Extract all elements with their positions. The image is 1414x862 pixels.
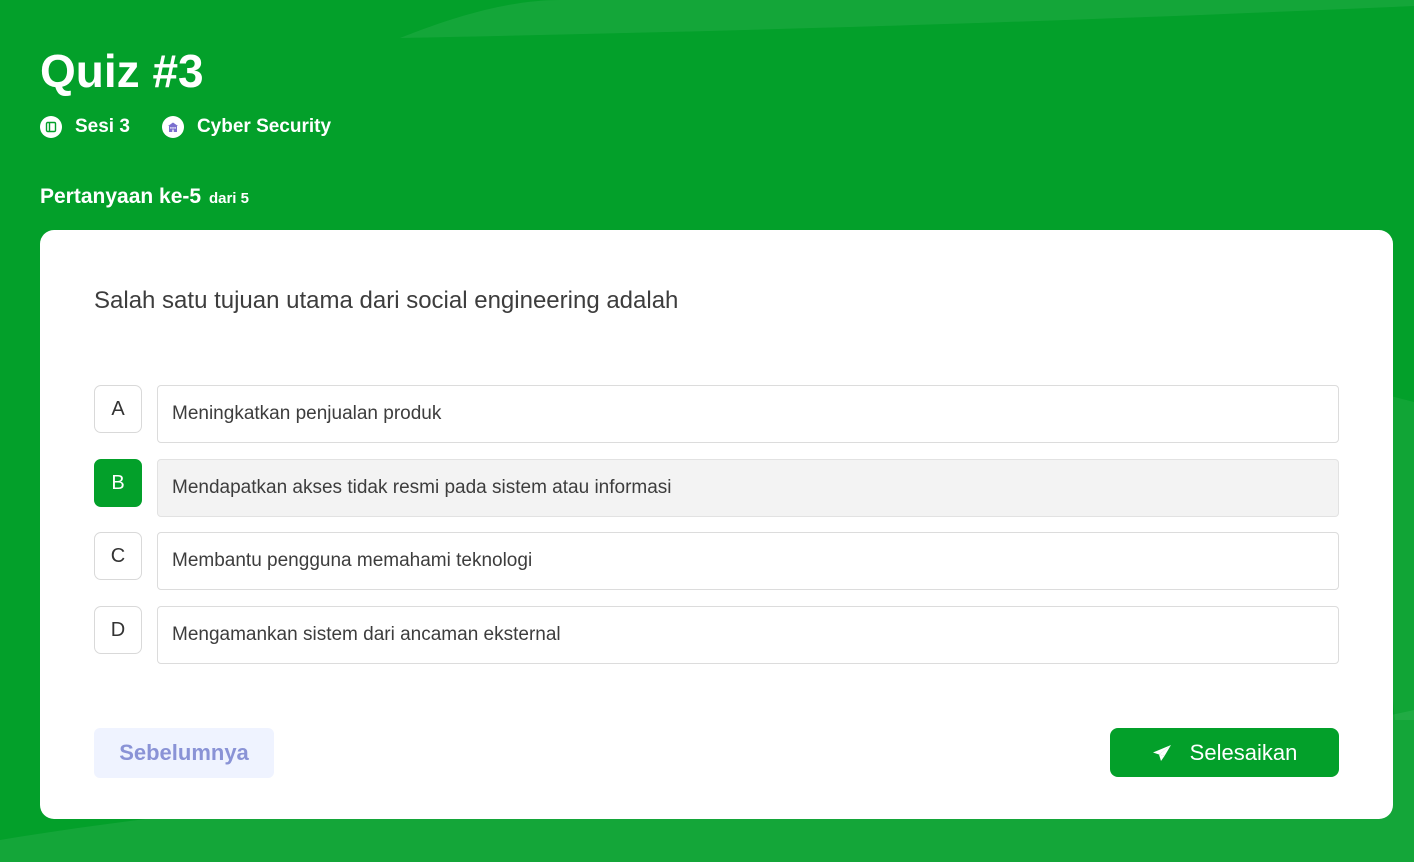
question-card: Salah satu tujuan utama dari social engi… [40, 230, 1393, 819]
option-a[interactable]: A Meningkatkan penjualan produk [94, 385, 1339, 443]
option-letter-c[interactable]: C [94, 532, 142, 580]
question-progress: Pertanyaan ke-5 dari 5 [40, 185, 249, 209]
quiz-meta: Sesi 3 Cyber Security [40, 116, 363, 138]
option-d[interactable]: D Mengamankan sistem dari ancaman ekster… [94, 606, 1339, 664]
quiz-title: Quiz #3 [40, 45, 204, 97]
session-info: Sesi 3 [40, 116, 130, 138]
option-answer-a[interactable]: Meningkatkan penjualan produk [157, 385, 1339, 443]
option-answer-c[interactable]: Membantu pengguna memahami teknologi [157, 532, 1339, 590]
session-label: Sesi 3 [75, 116, 130, 137]
building-icon [161, 116, 184, 138]
option-letter-b[interactable]: B [94, 459, 142, 507]
option-b[interactable]: B Mendapatkan akses tidak resmi pada sis… [94, 459, 1339, 517]
progress-total: dari 5 [208, 190, 249, 207]
course-info: Cyber Security [161, 116, 332, 138]
progress-current: Pertanyaan ke-5 [40, 185, 202, 208]
finish-button-label: Selesaikan [1189, 739, 1298, 765]
option-letter-d[interactable]: D [94, 606, 142, 654]
question-text: Salah satu tujuan utama dari social engi… [94, 287, 679, 314]
option-c[interactable]: C Membantu pengguna memahami teknologi [94, 532, 1339, 590]
option-letter-a[interactable]: A [94, 385, 142, 433]
option-answer-d[interactable]: Mengamankan sistem dari ancaman eksterna… [157, 606, 1339, 664]
course-label: Cyber Security [196, 116, 332, 137]
book-icon [40, 116, 62, 138]
previous-button[interactable]: Sebelumnya [94, 728, 274, 778]
option-answer-b[interactable]: Mendapatkan akses tidak resmi pada siste… [157, 459, 1339, 517]
finish-button[interactable]: Selesaikan [1110, 728, 1339, 777]
send-icon [1152, 744, 1172, 762]
